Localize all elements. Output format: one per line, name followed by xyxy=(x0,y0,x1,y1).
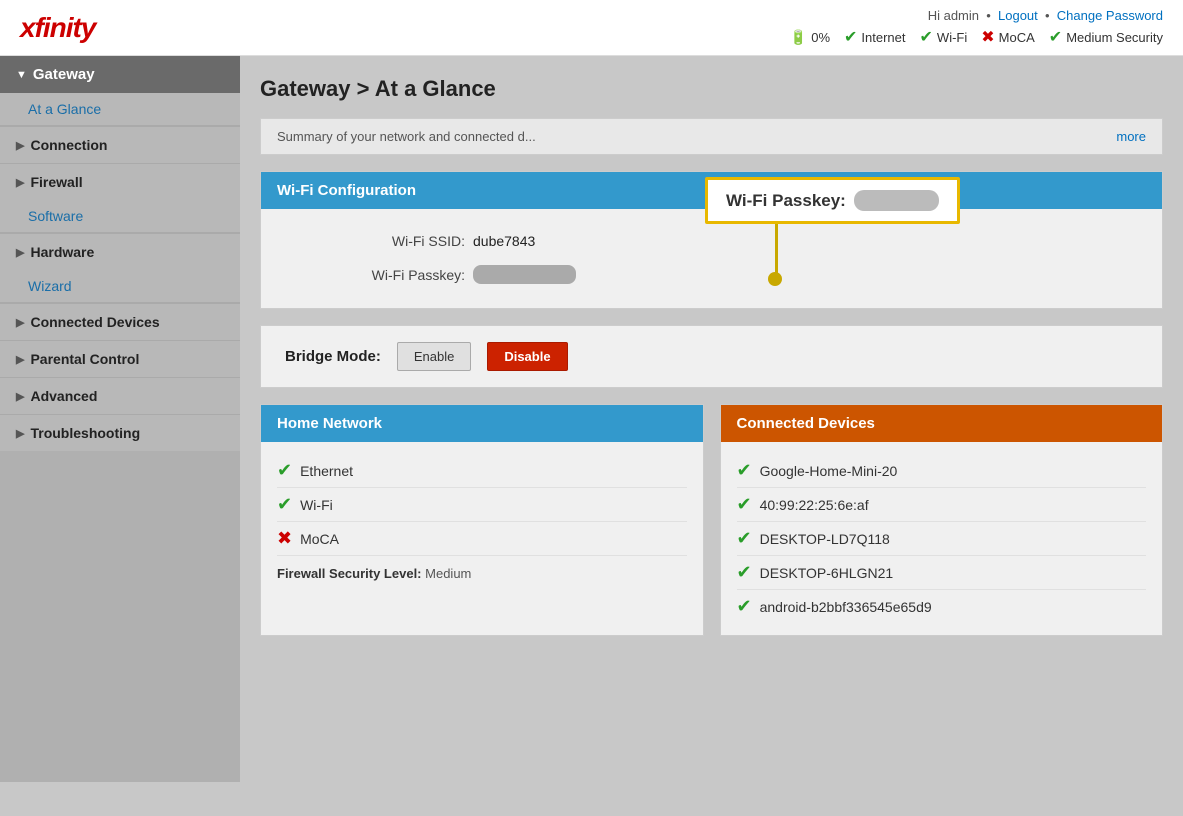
summary-text: Summary of your network and connected d.… xyxy=(277,129,536,144)
wifi-passkey-value xyxy=(473,265,576,284)
wifi-config-card: Wi-Fi Configuration Wi-Fi SSID: dube7843… xyxy=(260,171,1163,309)
ethernet-check-icon: ✔ xyxy=(277,460,292,481)
device-item-1: ✔ 40:99:22:25:6e:af xyxy=(737,488,1147,522)
sidebar-item-connection[interactable]: Connection xyxy=(0,126,240,163)
device-2-check-icon: ✔ xyxy=(737,528,752,549)
device-item-0: ✔ Google-Home-Mini-20 xyxy=(737,454,1147,488)
connected-devices-panel: Connected Devices ✔ Google-Home-Mini-20 … xyxy=(720,404,1164,636)
bridge-mode-section: Bridge Mode: Enable Disable xyxy=(260,325,1163,388)
firewall-level-row: Firewall Security Level: Medium xyxy=(277,556,687,585)
device-item-3: ✔ DESKTOP-6HLGN21 xyxy=(737,556,1147,590)
wifi-passkey-blurred xyxy=(473,265,576,284)
disable-button[interactable]: Disable xyxy=(487,342,567,371)
firewall-level-label: Firewall Security Level: xyxy=(277,566,422,581)
wifi-ssid-value: dube7843 xyxy=(473,233,535,249)
logout-link[interactable]: Logout xyxy=(998,8,1038,23)
connected-devices-body: ✔ Google-Home-Mini-20 ✔ 40:99:22:25:6e:a… xyxy=(721,442,1163,635)
sidebar-item-connected-devices[interactable]: Connected Devices xyxy=(0,303,240,340)
battery-label: 0% xyxy=(811,30,830,45)
security-label: Medium Security xyxy=(1066,30,1163,45)
device-3-check-icon: ✔ xyxy=(737,562,752,583)
page-title: Gateway > At a Glance xyxy=(260,76,1163,102)
wifi-check-icon: ✔ xyxy=(920,27,933,47)
device-3-label: DESKTOP-6HLGN21 xyxy=(760,565,894,581)
sidebar: Gateway At a Glance Connection Firewall … xyxy=(0,56,240,782)
summary-bar: Summary of your network and connected d.… xyxy=(260,118,1163,155)
home-network-header: Home Network xyxy=(261,405,703,442)
popup-arrow-line xyxy=(775,224,778,276)
header-top: Hi admin • Logout • Change Password xyxy=(790,8,1163,23)
device-item-2: ✔ DESKTOP-LD7Q118 xyxy=(737,522,1147,556)
bridge-mode-label: Bridge Mode: xyxy=(285,348,381,365)
status-battery: 🔋 0% xyxy=(790,29,830,46)
popup-arrow-dot xyxy=(768,272,782,286)
status-wifi: ✔ Wi-Fi xyxy=(920,27,968,47)
moca-x-icon: ✖ xyxy=(981,27,994,47)
header-status: 🔋 0% ✔ Internet ✔ Wi-Fi ✖ MoCA ✔ Medium … xyxy=(790,27,1163,47)
header: xfinity Hi admin • Logout • Change Passw… xyxy=(0,0,1183,56)
popup-passkey-label: Wi-Fi Passkey: xyxy=(726,191,846,211)
wifi-passkey-row: Wi-Fi Passkey: Wi-Fi Passkey: xyxy=(285,257,1138,292)
security-check-icon: ✔ xyxy=(1049,27,1062,47)
device-item-4: ✔ android-b2bbf336545e65d9 xyxy=(737,590,1147,623)
logo: xfinity xyxy=(20,12,95,44)
sidebar-item-troubleshooting[interactable]: Troubleshooting xyxy=(0,414,240,451)
connected-devices-header: Connected Devices xyxy=(721,405,1163,442)
layout: Gateway At a Glance Connection Firewall … xyxy=(0,56,1183,782)
firewall-level-value: Medium xyxy=(425,566,471,581)
battery-icon: 🔋 xyxy=(790,29,807,46)
sidebar-item-software[interactable]: Software xyxy=(0,200,240,233)
home-network-panel: Home Network ✔ Ethernet ✔ Wi-Fi ✖ MoCA xyxy=(260,404,704,636)
device-0-label: Google-Home-Mini-20 xyxy=(760,463,898,479)
main-content: Gateway > At a Glance Summary of your ne… xyxy=(240,56,1183,782)
wifi-ssid-label: Wi-Fi SSID: xyxy=(285,233,465,249)
status-moca: ✖ MoCA xyxy=(981,27,1035,47)
device-1-label: 40:99:22:25:6e:af xyxy=(760,497,869,513)
change-password-link[interactable]: Change Password xyxy=(1057,8,1163,23)
internet-label: Internet xyxy=(861,30,905,45)
sidebar-item-gateway[interactable]: Gateway xyxy=(0,56,240,93)
moca-label: MoCA xyxy=(999,30,1035,45)
enable-button[interactable]: Enable xyxy=(397,342,471,371)
home-wifi-item: ✔ Wi-Fi xyxy=(277,488,687,522)
wifi-passkey-label: Wi-Fi Passkey: xyxy=(285,267,465,283)
bottom-panels: Home Network ✔ Ethernet ✔ Wi-Fi ✖ MoCA xyxy=(260,404,1163,636)
home-moca-label: MoCA xyxy=(300,531,339,547)
more-link[interactable]: more xyxy=(1116,129,1146,144)
sidebar-item-advanced[interactable]: Advanced xyxy=(0,377,240,414)
wifi-ssid-row: Wi-Fi SSID: dube7843 xyxy=(285,225,1138,257)
home-wifi-check-icon: ✔ xyxy=(277,494,292,515)
ethernet-label: Ethernet xyxy=(300,463,353,479)
internet-check-icon: ✔ xyxy=(844,27,857,47)
wifi-config-body: Wi-Fi SSID: dube7843 Wi-Fi Passkey: Wi-F… xyxy=(261,209,1162,308)
home-ethernet-item: ✔ Ethernet xyxy=(277,454,687,488)
status-security: ✔ Medium Security xyxy=(1049,27,1163,47)
home-moca-item: ✖ MoCA xyxy=(277,522,687,556)
sidebar-item-parental-control[interactable]: Parental Control xyxy=(0,340,240,377)
wifi-label: Wi-Fi xyxy=(937,30,967,45)
device-4-label: android-b2bbf336545e65d9 xyxy=(760,599,932,615)
status-internet: ✔ Internet xyxy=(844,27,906,47)
device-1-check-icon: ✔ xyxy=(737,494,752,515)
home-moca-x-icon: ✖ xyxy=(277,528,292,549)
sidebar-item-at-a-glance[interactable]: At a Glance xyxy=(0,93,240,126)
hi-admin-text: Hi admin xyxy=(928,8,979,23)
popup-passkey-blurred xyxy=(854,190,939,211)
device-2-label: DESKTOP-LD7Q118 xyxy=(760,531,890,547)
sidebar-item-firewall[interactable]: Firewall xyxy=(0,163,240,200)
device-0-check-icon: ✔ xyxy=(737,460,752,481)
wifi-passkey-popup: Wi-Fi Passkey: xyxy=(705,177,960,224)
header-right: Hi admin • Logout • Change Password 🔋 0%… xyxy=(790,8,1163,47)
sidebar-item-wizard[interactable]: Wizard xyxy=(0,270,240,303)
home-wifi-label: Wi-Fi xyxy=(300,497,333,513)
sidebar-item-hardware[interactable]: Hardware xyxy=(0,233,240,270)
device-4-check-icon: ✔ xyxy=(737,596,752,617)
home-network-body: ✔ Ethernet ✔ Wi-Fi ✖ MoCA Firewall Secur… xyxy=(261,442,703,597)
